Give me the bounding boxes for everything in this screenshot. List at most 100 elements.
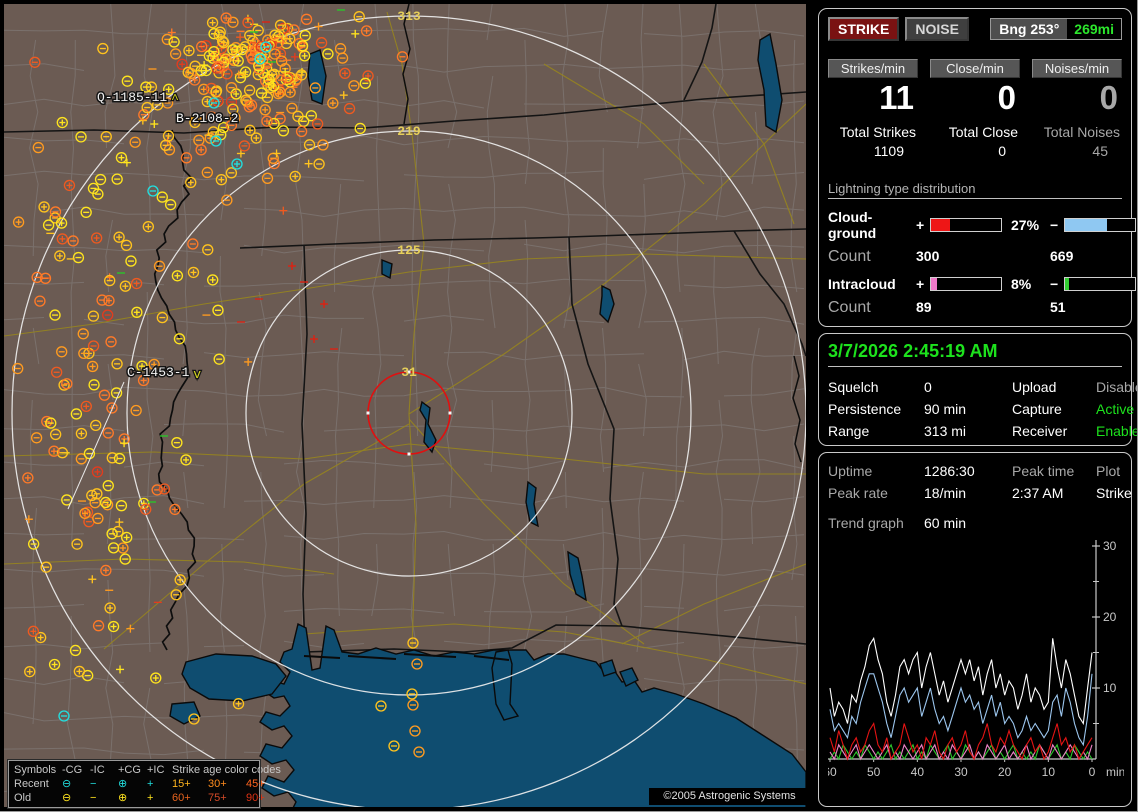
ic-plus-percent: 8% (1011, 276, 1032, 292)
receiver-label: Receiver (1012, 423, 1068, 439)
bearing-distance: 269mi (1067, 19, 1121, 39)
close-per-min-header: Close/min (930, 59, 1020, 78)
svg-text:125: 125 (397, 243, 421, 258)
strikes-column: Strikes/min 11 Total Strikes 1109 (828, 59, 918, 159)
svg-text:219: 219 (397, 124, 421, 139)
count-label: Count (828, 248, 871, 265)
svg-text:20: 20 (1103, 610, 1117, 624)
cg-minus-bar (1064, 218, 1136, 232)
storm-cell-label: Q-1185-11 (97, 90, 167, 105)
trend-chart: 10 20 30 60 50 40 30 20 10 0 min (823, 539, 1125, 779)
bearing-label: Bng 253° (991, 19, 1068, 39)
strikes-per-min-value: 11 (879, 79, 914, 116)
svg-text:50: 50 (867, 765, 881, 779)
datetime-display: 3/7/2026 2:45:19 AM (828, 338, 1122, 367)
plus-sign: + (916, 217, 925, 233)
cg-plus-percent: 27% (1011, 217, 1040, 233)
uptime-value: 1286:30 (924, 463, 975, 479)
noises-column: Noises/min 0 Total Noises 45 (1032, 59, 1122, 159)
age-60: 60+ (172, 792, 191, 804)
legend-row-old: Old (14, 792, 32, 804)
bearing-display: Bng 253° 269mi (990, 18, 1122, 40)
minus-sign: − (1050, 276, 1059, 292)
capture-status: Active (1096, 401, 1135, 417)
total-strikes-label: Total Strikes (839, 124, 916, 140)
svg-text:30: 30 (1103, 539, 1117, 553)
range-value: 313 mi (924, 423, 967, 439)
ic-plus-bar (930, 277, 1002, 291)
trend-graph-value: 60 min (924, 515, 967, 531)
cg-minus-recent-icon: ⊖ (62, 778, 72, 790)
ic-plus-recent-icon: + (147, 778, 154, 790)
plot-label: Plot (1096, 463, 1121, 479)
svg-text:313: 313 (397, 9, 421, 24)
legend-symbols-header: Symbols (14, 764, 57, 776)
plot-value: Strike (1096, 485, 1132, 501)
svg-text:10: 10 (1042, 765, 1056, 779)
cloud-ground-label: Cloud-ground (828, 209, 877, 241)
nexstorm-window: 31 125 219 313 Q-1185-11 ^ B-2108-2 C-1453-1 v S… (0, 0, 1138, 812)
receiver-status: Enabled (1096, 423, 1137, 439)
cg-minus-count: 669 (1050, 248, 1074, 264)
storm-cell-label: B-2108-2 (176, 111, 238, 126)
count-label: Count (828, 299, 871, 316)
ic-plus-old-icon: + (147, 792, 154, 804)
trend-graph-label: Trend graph (828, 515, 904, 531)
svg-text:20: 20 (998, 765, 1012, 779)
ic-minus-old-icon: − (90, 792, 97, 804)
svg-text:40: 40 (911, 765, 925, 779)
symbol-legend: Symbols -CG -IC +CG +IC Strike age color… (7, 759, 281, 809)
plus-sign: + (916, 276, 925, 292)
legend-age-header: Strike age color codes (172, 764, 281, 776)
age-75: 75+ (208, 792, 227, 804)
total-close-label: Total Close (948, 124, 1018, 140)
ic-minus-recent-icon: − (90, 778, 97, 790)
peak-rate-value: 18/min (924, 485, 967, 501)
total-close-value: 0 (998, 143, 1006, 159)
peak-rate-label: Peak rate (828, 485, 888, 501)
noises-per-min-header: Noises/min (1032, 59, 1122, 78)
storm-motion-arrow: v (193, 367, 201, 382)
cloud-ground-row: Cloud-ground + 27% − 60% (828, 209, 1136, 241)
svg-text:60: 60 (828, 765, 837, 779)
legend-row-recent: Recent (14, 778, 49, 790)
cloud-ground-count-row: Count 300 669 (828, 248, 1122, 266)
age-15: 15+ (172, 778, 191, 790)
strike-button[interactable]: STRIKE (828, 17, 900, 41)
intracloud-count-row: Count 89 51 (828, 299, 1122, 317)
range-label: Range (828, 423, 870, 439)
svg-text:31: 31 (401, 365, 417, 380)
legend-col-icm: -IC (90, 764, 105, 776)
upload-label: Upload (1012, 379, 1057, 395)
svg-text:10: 10 (1103, 681, 1117, 695)
storm-cell-label: C-1453-1 (127, 365, 190, 380)
distribution-title: Lightning type distribution (828, 181, 1122, 199)
status-panel: 3/7/2026 2:45:19 AM Squelch 0 Upload Dis… (818, 333, 1137, 446)
capture-label: Capture (1012, 401, 1062, 417)
svg-text:0: 0 (1089, 765, 1096, 779)
storm-motion-arrow: ^ (171, 92, 179, 107)
legend-col-icp: +IC (147, 764, 165, 776)
statistics-panel: STRIKE NOISE Bng 253° 269mi Strikes/min … (818, 8, 1136, 327)
cg-plus-old-icon: ⊕ (118, 792, 128, 804)
cg-plus-recent-icon: ⊕ (118, 778, 128, 790)
persistence-value: 90 min (924, 401, 967, 417)
age-90: 90+ (246, 792, 265, 804)
close-per-min-value: 0 (997, 79, 1016, 116)
intracloud-label: Intracloud (828, 276, 896, 292)
close-column: Close/min 0 Total Close 0 (930, 59, 1020, 159)
svg-text:30: 30 (954, 765, 968, 779)
age-45: 45+ (246, 778, 265, 790)
noise-button[interactable]: NOISE (905, 17, 969, 41)
ic-minus-bar (1064, 277, 1136, 291)
cg-plus-bar (930, 218, 1002, 232)
lightning-map[interactable]: 31 125 219 313 Q-1185-11 ^ B-2108-2 C-1453-1 v S… (4, 4, 810, 809)
legend-col-cgp: +CG (118, 764, 141, 776)
strikes-per-min-header: Strikes/min (828, 59, 918, 78)
persistence-label: Persistence (828, 401, 902, 417)
map-canvas[interactable]: 31 125 219 313 Q-1185-11 ^ B-2108-2 C-1453-1 v (4, 4, 806, 807)
squelch-value: 0 (924, 379, 932, 395)
cg-plus-count: 300 (916, 248, 940, 264)
age-30: 30+ (208, 778, 227, 790)
total-noises-value: 45 (1092, 143, 1108, 159)
